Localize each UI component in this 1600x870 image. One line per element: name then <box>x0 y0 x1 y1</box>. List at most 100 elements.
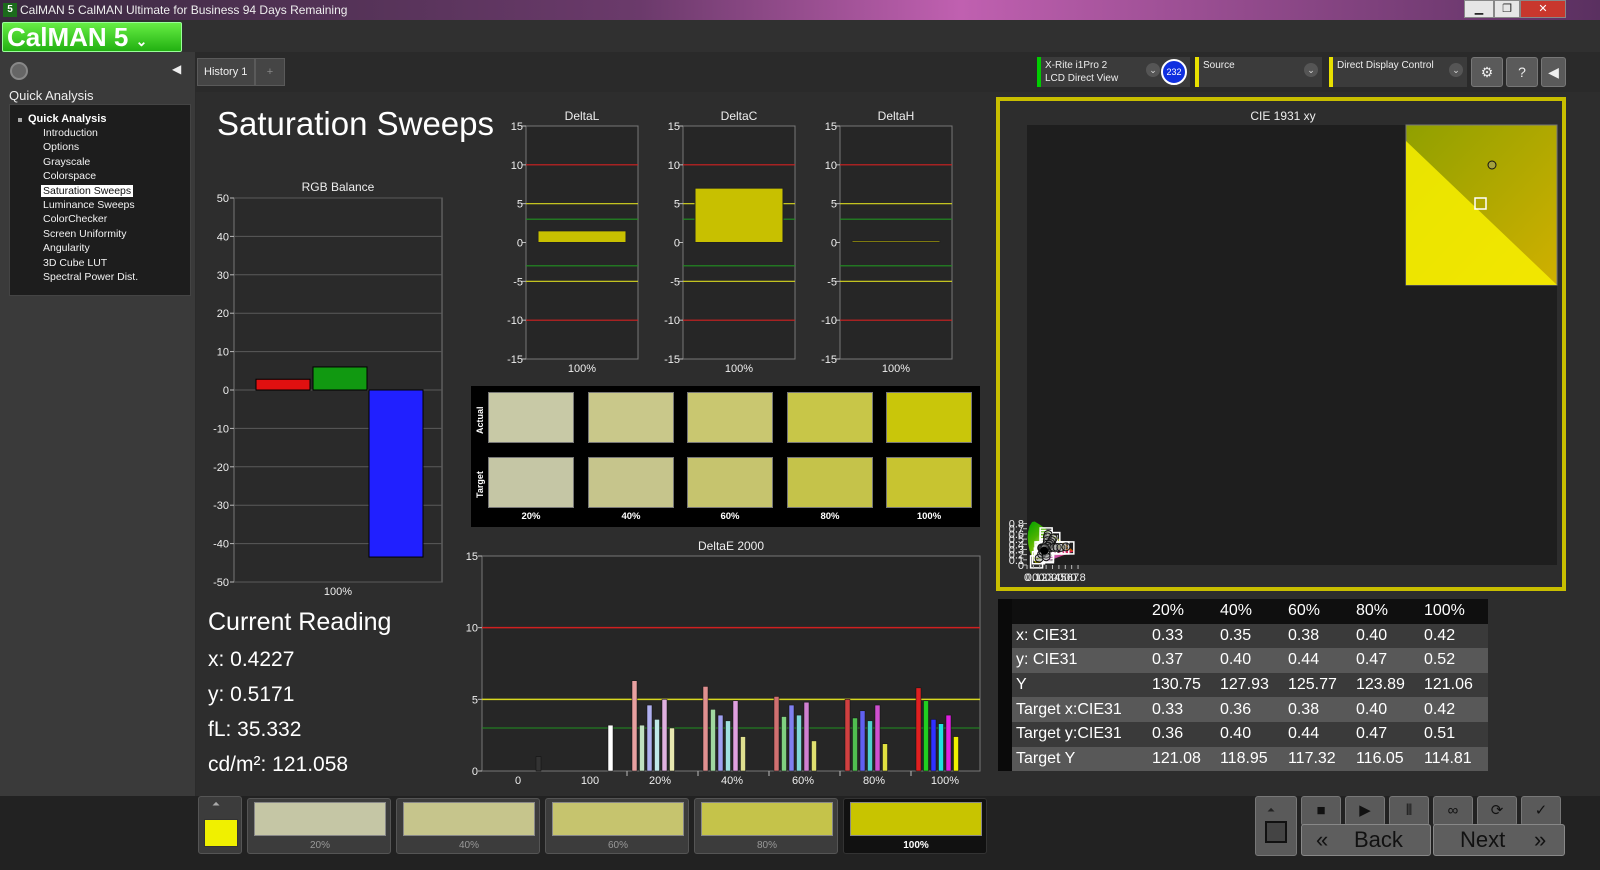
home-icon[interactable] <box>10 62 28 80</box>
table-row: y: CIE31 0.37 0.40 0.44 0.47 0.52 <box>998 648 1488 673</box>
y-tick-label: 30 <box>217 270 229 282</box>
cie-1931-chart: CIE 1931 xy 00.10.20.30.40.50.60.70.800.… <box>1009 109 1558 584</box>
y-tick-label: -15 <box>821 354 837 366</box>
table-cell: 121.06 <box>1419 672 1488 698</box>
table-cell: 116.05 <box>1351 746 1420 772</box>
next-label: Next <box>1460 827 1506 852</box>
table-row: Target y:CIE31 0.36 0.40 0.44 0.47 0.51 <box>998 721 1488 747</box>
y-tick-label: -5 <box>670 276 680 288</box>
collapse-sidebar-icon[interactable]: ◀ <box>172 62 188 78</box>
read-button[interactable]: ▶ <box>1345 796 1385 826</box>
tree-root[interactable]: Quick Analysis <box>28 113 106 125</box>
help-button[interactable]: ? <box>1506 57 1538 87</box>
y-tick-label: 10 <box>466 623 478 635</box>
delta-bar <box>694 187 784 243</box>
y-tick-label: -10 <box>213 423 229 435</box>
deltae-title: DeltaE 2000 <box>698 539 764 553</box>
deltae-bar <box>788 704 795 772</box>
y-tick-label: -5 <box>513 276 523 288</box>
patch-button[interactable]: 40% <box>396 798 540 854</box>
next-button[interactable]: Next » <box>1433 824 1565 856</box>
continuous-button[interactable]: ∞ <box>1433 796 1473 826</box>
swatch-label: 20% <box>521 511 541 522</box>
sidebar-item[interactable]: Screen Uniformity <box>41 228 128 240</box>
measurement-table: 20% 40% 60% 80% 100% x: CIE31 0.33 0.35 0.38 0.40… <box>998 599 1488 772</box>
close-button[interactable]: ✕ <box>1520 0 1566 18</box>
sidebar-item[interactable]: Luminance Sweeps <box>41 199 137 211</box>
refresh-button[interactable]: ⟳ <box>1477 796 1517 826</box>
column-header: 60% <box>1283 599 1352 624</box>
current-patch-button[interactable]: ⏶ <box>198 796 242 854</box>
deltae-bar <box>923 700 929 772</box>
rgb-balance-title: RGB Balance <box>302 180 375 194</box>
minimize-button[interactable]: ▁ <box>1464 0 1494 18</box>
stop-read-button[interactable]: ■ <box>1301 796 1341 826</box>
table-cell: 0.40 <box>1215 648 1284 673</box>
collapse-right-button[interactable]: ◀ <box>1541 57 1566 87</box>
table-row: Y 130.75 127.93 125.77 123.89 121.06 <box>998 672 1488 698</box>
sidebar-item[interactable]: 3D Cube LUT <box>41 257 109 269</box>
swatch-panel: Actual Target 20% 40% 60% 80% 100% <box>471 386 980 527</box>
patch-button[interactable]: 20% <box>247 798 391 854</box>
back-button[interactable]: « Back <box>1301 824 1431 856</box>
table-corner <box>1012 599 1148 624</box>
sidebar-item[interactable]: Introduction <box>41 127 100 139</box>
table-cell: 0.51 <box>1419 721 1488 747</box>
x-tick-label: 100% <box>882 363 910 375</box>
sidebar-item[interactable]: ColorChecker <box>41 213 109 225</box>
sidebar-item[interactable]: Saturation Sweeps <box>41 184 134 197</box>
sidebar-item[interactable]: Colorspace <box>41 170 98 182</box>
patch-color <box>701 802 833 836</box>
deltae-bar <box>867 720 873 772</box>
rgb-balance-chart: RGB Balance 50 40 30 20 10 0 -10 -20 -30 -40 -50 100… <box>213 180 443 598</box>
patch-label: 60% <box>607 840 628 851</box>
sidebar-item[interactable]: Options <box>41 141 81 153</box>
reading-y: y: 0.5171 <box>208 683 295 706</box>
patch-button[interactable]: 60% <box>545 798 689 854</box>
rgb-bar-red <box>255 378 311 391</box>
y-tick-label: -5 <box>827 276 837 288</box>
source-selector[interactable]: Source ⌄ <box>1195 57 1322 87</box>
app-icon: 5 <box>3 3 17 17</box>
deltae-bar <box>631 680 638 772</box>
reading-x: x: 0.4227 <box>208 648 295 671</box>
deltae-bar <box>796 714 802 772</box>
chevron-down-icon: ⌄ <box>1304 63 1318 77</box>
patch-label: 100% <box>903 840 929 851</box>
tab-history-1[interactable]: History 1 <box>197 58 255 86</box>
logo-text: CalMAN 5 <box>7 22 129 52</box>
tree-node-icon <box>18 118 22 122</box>
y-tick-label: 0 <box>517 238 523 250</box>
deltae-bar <box>859 710 866 772</box>
confirm-button[interactable]: ✓ <box>1521 796 1561 826</box>
table-cell: 0.36 <box>1215 697 1284 722</box>
deltae-bar <box>953 736 959 772</box>
sidebar-item[interactable]: Spectral Power Dist. <box>41 271 140 283</box>
top-bar <box>0 20 1600 52</box>
add-tab-button[interactable]: + <box>255 58 285 86</box>
x-tick-label: 100% <box>931 775 959 787</box>
app-logo-menu[interactable]: CalMAN 5 ⌄ <box>2 22 182 52</box>
settings-button[interactable]: ⚙ <box>1471 57 1503 87</box>
meter-badge[interactable]: 232 <box>1161 59 1187 85</box>
table-cell: 114.81 <box>1419 746 1488 772</box>
patch-button[interactable]: 100% <box>843 798 987 854</box>
y-tick-label: 5 <box>517 199 523 211</box>
column-header: 100% <box>1419 599 1488 624</box>
y-tick-label: 10 <box>217 347 229 359</box>
display-label: Direct Display Control <box>1337 60 1434 71</box>
display-selector[interactable]: Direct Display Control ⌄ <box>1329 57 1467 87</box>
gear-icon: ⚙ <box>1480 64 1494 80</box>
stop-button-large[interactable]: ⏶ <box>1255 796 1297 856</box>
sidebar-item[interactable]: Grayscale <box>41 156 92 168</box>
chevron-down-icon: ⌄ <box>1449 63 1463 77</box>
deltae-bar <box>773 696 780 772</box>
y-tick-label: -30 <box>213 500 229 512</box>
patch-button[interactable]: 80% <box>694 798 838 854</box>
read-series-button[interactable]: ⦀ <box>1389 796 1429 826</box>
table-cell: 127.93 <box>1215 672 1284 698</box>
sidebar-item[interactable]: Angularity <box>41 242 92 254</box>
deltae-bar <box>915 687 922 772</box>
maximize-button[interactable]: ❐ <box>1494 0 1520 18</box>
row-label-actual: Actual <box>475 406 485 434</box>
